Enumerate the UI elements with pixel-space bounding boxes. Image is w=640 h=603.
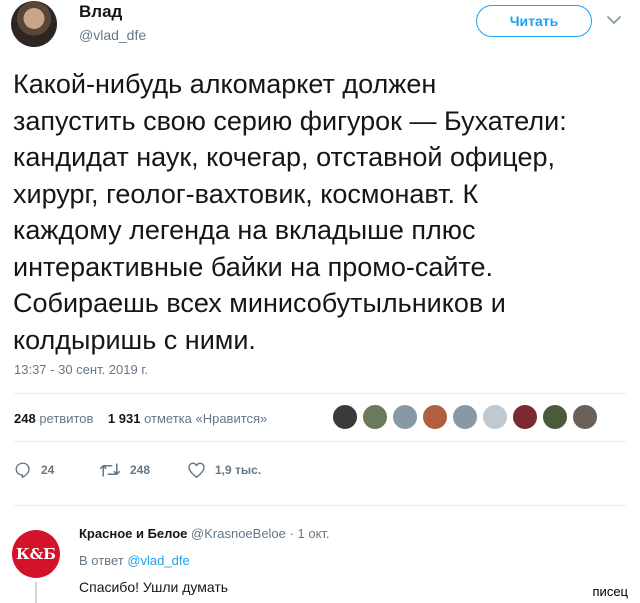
retweet-label[interactable]: ретвитов xyxy=(39,411,93,426)
chevron-down-icon[interactable] xyxy=(604,10,624,30)
reply-date[interactable]: 1 окт. xyxy=(298,526,330,541)
reply-icon xyxy=(15,462,30,478)
liker-avatar[interactable] xyxy=(512,404,538,430)
thread-line xyxy=(35,582,37,603)
heart-icon xyxy=(188,462,205,478)
liker-avatar[interactable] xyxy=(422,404,448,430)
reply-avatar[interactable]: К&Б xyxy=(12,530,60,578)
reply-to: В ответ @vlad_dfe xyxy=(79,553,190,568)
reply-separator: · xyxy=(289,526,294,541)
retweet-action[interactable]: 248 xyxy=(99,461,187,479)
divider-bottom xyxy=(14,505,626,506)
liker-avatar[interactable] xyxy=(482,404,508,430)
like-label[interactable]: отметка «Нравится» xyxy=(144,411,267,426)
divider-middle xyxy=(14,441,626,442)
reply-count: 24 xyxy=(41,463,55,477)
author-name[interactable]: Влад xyxy=(79,2,122,22)
action-bar: 24 248 1,9 тыс. xyxy=(14,461,261,479)
liker-avatar[interactable] xyxy=(362,404,388,430)
reply-mention-link[interactable]: @vlad_dfe xyxy=(127,553,189,568)
reply-author-handle[interactable]: @KrasnoeBeloe xyxy=(191,526,286,541)
liker-avatar[interactable] xyxy=(332,404,358,430)
reply-action[interactable]: 24 xyxy=(14,461,99,479)
retweet-action-count: 248 xyxy=(130,463,151,477)
author-handle[interactable]: @vlad_dfe xyxy=(79,27,146,43)
like-action-count: 1,9 тыс. xyxy=(215,463,262,477)
liker-avatars xyxy=(332,404,602,430)
retweet-count[interactable]: 248 xyxy=(14,411,36,426)
watermark: писец xyxy=(592,584,628,599)
tweet-stats: 248 ретвитов 1 931 отметка «Нравится» xyxy=(14,411,267,426)
liker-avatar[interactable] xyxy=(392,404,418,430)
tweet-timestamp[interactable]: 13:37 - 30 сент. 2019 г. xyxy=(14,362,148,377)
tweet-text: Какой-нибудь алкомаркет должен запустить… xyxy=(13,69,567,355)
retweet-icon xyxy=(99,463,121,477)
liker-avatar[interactable] xyxy=(452,404,478,430)
reply-author-name[interactable]: Красное и Белое xyxy=(79,526,187,541)
reply-text: Спасибо! Ушли думать xyxy=(79,579,229,595)
like-action[interactable]: 1,9 тыс. xyxy=(187,461,261,479)
divider-top xyxy=(14,393,626,394)
follow-button[interactable]: Читать xyxy=(476,5,592,37)
liker-avatar[interactable] xyxy=(542,404,568,430)
author-avatar[interactable] xyxy=(11,1,57,47)
reply-to-prefix: В ответ xyxy=(79,553,124,568)
like-count[interactable]: 1 931 xyxy=(108,411,141,426)
liker-avatar[interactable] xyxy=(572,404,598,430)
reply-header: Красное и Белое @KrasnoeBeloe · 1 окт. xyxy=(79,526,330,541)
